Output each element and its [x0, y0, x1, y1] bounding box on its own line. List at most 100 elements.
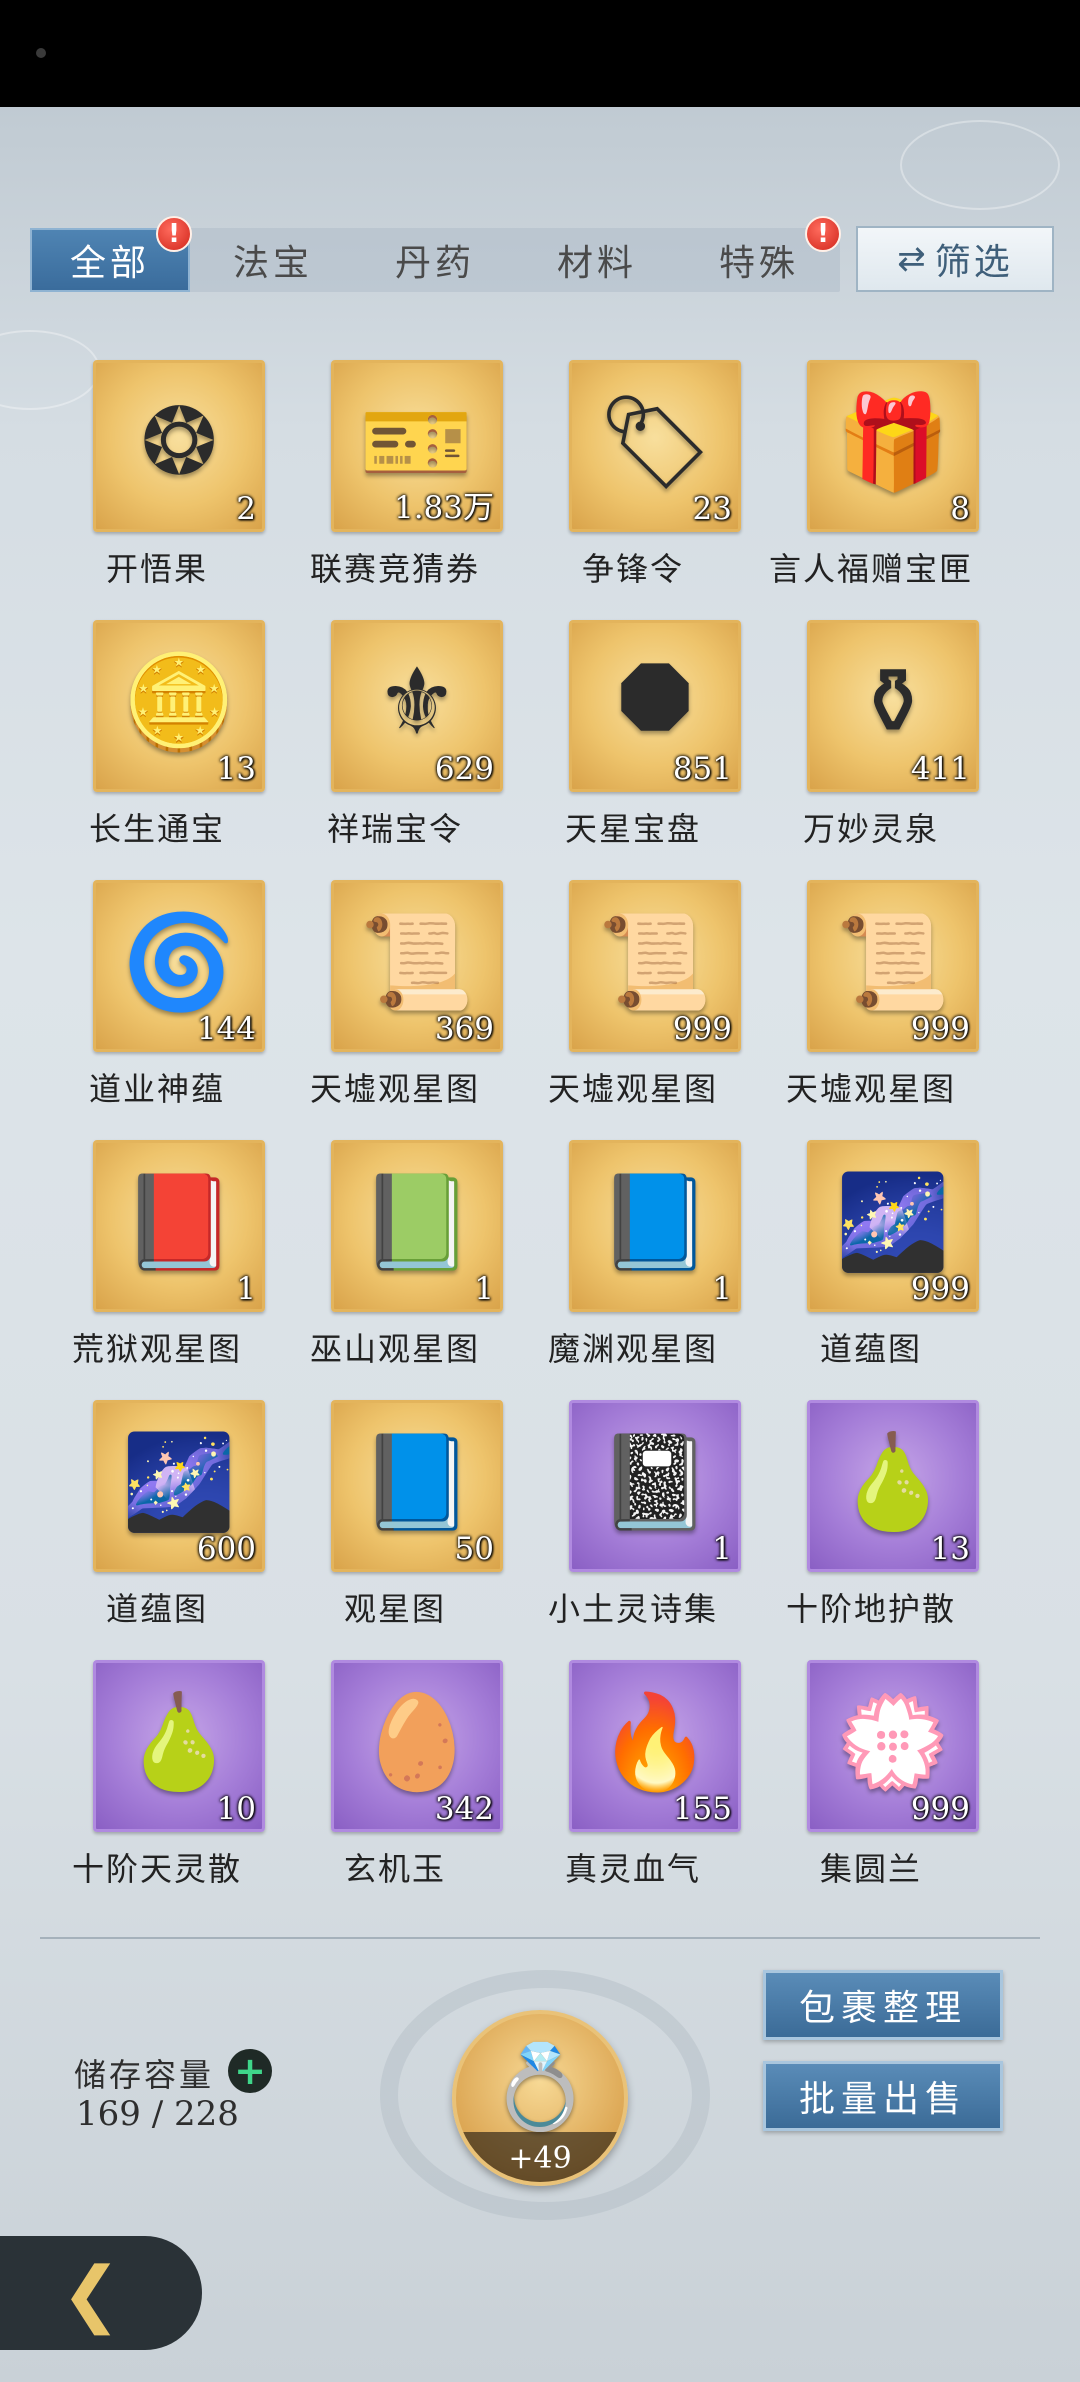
inventory-item[interactable]: 🌌 999 道蕴图 [752, 1140, 990, 1390]
inventory-item[interactable]: 🌀 144 道业神蕴 [38, 880, 276, 1130]
item-tile[interactable]: 📘 1 [569, 1140, 741, 1312]
add-storage-icon[interactable]: + [228, 2049, 272, 2093]
tab-label: 丹药 [394, 243, 475, 284]
item-count: 999 [672, 1011, 732, 1047]
item-tile[interactable]: 🥚 342 [331, 1660, 503, 1832]
button-label: 批量出售 [798, 2079, 967, 2120]
inventory-item[interactable]: 🌌 600 道蕴图 [38, 1400, 276, 1650]
item-tile[interactable]: ⚱ 411 [807, 620, 979, 792]
ornate-token-icon: ⚜ [375, 648, 459, 756]
treasure-box-icon: 🎁 [835, 388, 951, 496]
item-tile[interactable]: 🪙 13 [93, 620, 265, 792]
tab-materials[interactable]: 材料 [517, 228, 677, 292]
storage-label: 储存容量 [74, 2056, 215, 2094]
filter-label: 筛选 [934, 242, 1013, 283]
spirit-orb-icon: 🌀 [121, 908, 237, 1016]
button-label: 包裹整理 [798, 1988, 967, 2029]
inventory-item[interactable]: 📜 999 天墟观星图 [752, 880, 990, 1130]
inventory-item[interactable]: 📕 1 荒狱观星图 [38, 1140, 276, 1390]
item-count: 1 [236, 1271, 256, 1307]
jade-stone-icon: 🥚 [359, 1688, 475, 1796]
item-name: 集圆兰 [819, 1850, 922, 1888]
inventory-item[interactable]: 📘 1 魔渊观星图 [514, 1140, 752, 1390]
item-tile[interactable]: 📘 50 [331, 1400, 503, 1572]
orchid-flower-icon: 💮 [835, 1688, 951, 1796]
inventory-item[interactable]: 📜 999 天墟观星图 [514, 880, 752, 1130]
item-count: 23 [692, 491, 732, 527]
cloud-decoration [900, 120, 1060, 210]
item-tile[interactable]: 🍐 10 [93, 1660, 265, 1832]
inventory-item[interactable]: 🍐 13 十阶地护散 [752, 1400, 990, 1650]
scroll-icon: 📜 [597, 908, 713, 1016]
red-scroll-icon: 📕 [121, 1168, 237, 1276]
divider [40, 1937, 1040, 1939]
item-name: 天墟观星图 [785, 1070, 956, 1108]
star-disc-icon: ⯃ [618, 648, 692, 756]
item-name: 祥瑞宝令 [326, 810, 463, 848]
item-tile[interactable]: 📗 1 [331, 1140, 503, 1312]
item-count: 13 [216, 751, 256, 787]
inventory-item[interactable]: 💮 999 集圆兰 [752, 1660, 990, 1910]
tab-treasure[interactable]: 法宝 [193, 228, 353, 292]
inventory-item[interactable]: 📓 1 小土灵诗集 [514, 1400, 752, 1650]
inventory-item[interactable]: 🏷 23 争锋令 [514, 360, 752, 610]
item-count: 50 [454, 1531, 494, 1567]
item-tile[interactable]: 🍐 13 [807, 1400, 979, 1572]
item-tile[interactable]: 🎁 8 [807, 360, 979, 532]
item-tile[interactable]: 🌌 999 [807, 1140, 979, 1312]
item-tile[interactable]: 💮 999 [807, 1660, 979, 1832]
item-name: 道蕴图 [105, 1590, 208, 1628]
item-tile[interactable]: 🏷 23 [569, 360, 741, 532]
item-tile[interactable]: 🎫 1.83万 [331, 360, 503, 532]
inventory-item[interactable]: 🎁 8 言人福赠宝匣 [752, 360, 990, 610]
token-plaque-icon: 🏷 [596, 388, 714, 496]
item-name: 魔渊观星图 [547, 1330, 718, 1368]
item-tile[interactable]: 📓 1 [569, 1400, 741, 1572]
tab-elixir[interactable]: 丹药 [355, 228, 515, 292]
item-name: 长生通宝 [88, 810, 225, 848]
organize-bag-button[interactable]: 包裹整理 [763, 1970, 1003, 2040]
inventory-item[interactable]: 🎫 1.83万联赛竞猜券 [276, 360, 514, 610]
item-tile[interactable]: 📜 369 [331, 880, 503, 1052]
inventory-item[interactable]: 📗 1 巫山观星图 [276, 1140, 514, 1390]
item-name: 开悟果 [105, 550, 208, 588]
inventory-item[interactable]: 📘 50 观星图 [276, 1400, 514, 1650]
inventory-item[interactable]: ⚜ 629 祥瑞宝令 [276, 620, 514, 870]
filter-button[interactable]: ⇄ 筛选 [856, 226, 1054, 292]
inventory-item[interactable]: ❂ 2 开悟果 [38, 360, 276, 610]
item-count: 10 [216, 1791, 256, 1827]
vase-icon: ⚱ [854, 648, 932, 756]
item-tile[interactable]: ❂ 2 [93, 360, 265, 532]
inventory-item[interactable]: ⯃ 851 天星宝盘 [514, 620, 752, 870]
ticket-icon: 🎫 [359, 388, 475, 496]
featured-item[interactable]: 💍 +49 [452, 2010, 628, 2186]
item-tile[interactable]: 📜 999 [569, 880, 741, 1052]
inventory-item[interactable]: 🥚 342 玄机玉 [276, 1660, 514, 1910]
item-tile[interactable]: 🌌 600 [93, 1400, 265, 1572]
bulk-sell-button[interactable]: 批量出售 [763, 2061, 1003, 2131]
green-scroll-icon: 📗 [359, 1168, 475, 1276]
item-name: 联赛竞猜券 [309, 550, 480, 588]
blue-scroll-icon: 📘 [359, 1428, 475, 1536]
item-tile[interactable]: 🌀 144 [93, 880, 265, 1052]
back-arrow-icon: ❮ [60, 2251, 122, 2335]
inventory-item[interactable]: 🔥 155 真灵血气 [514, 1660, 752, 1910]
item-name: 巫山观星图 [309, 1330, 480, 1368]
item-tile[interactable]: 📜 999 [807, 880, 979, 1052]
inventory-item[interactable]: 🪙 13 长生通宝 [38, 620, 276, 870]
item-name: 天墟观星图 [547, 1070, 718, 1108]
inventory-item[interactable]: ⚱ 411 万妙灵泉 [752, 620, 990, 870]
item-name: 道业神蕴 [88, 1070, 225, 1108]
item-count: 1 [712, 1271, 732, 1307]
back-button[interactable]: ❮ [0, 2236, 202, 2350]
item-tile[interactable]: ⯃ 851 [569, 620, 741, 792]
item-tile[interactable]: ⚜ 629 [331, 620, 503, 792]
gourd-icon: 🍐 [121, 1688, 237, 1796]
item-tile[interactable]: 🔥 155 [569, 1660, 741, 1832]
item-name: 万妙灵泉 [802, 810, 939, 848]
item-tile[interactable]: 📕 1 [93, 1140, 265, 1312]
inventory-item[interactable]: 🍐 10 十阶天灵散 [38, 1660, 276, 1910]
inventory-item[interactable]: 📜 369 天墟观星图 [276, 880, 514, 1130]
item-count: 999 [910, 1791, 970, 1827]
item-count: 155 [672, 1791, 732, 1827]
